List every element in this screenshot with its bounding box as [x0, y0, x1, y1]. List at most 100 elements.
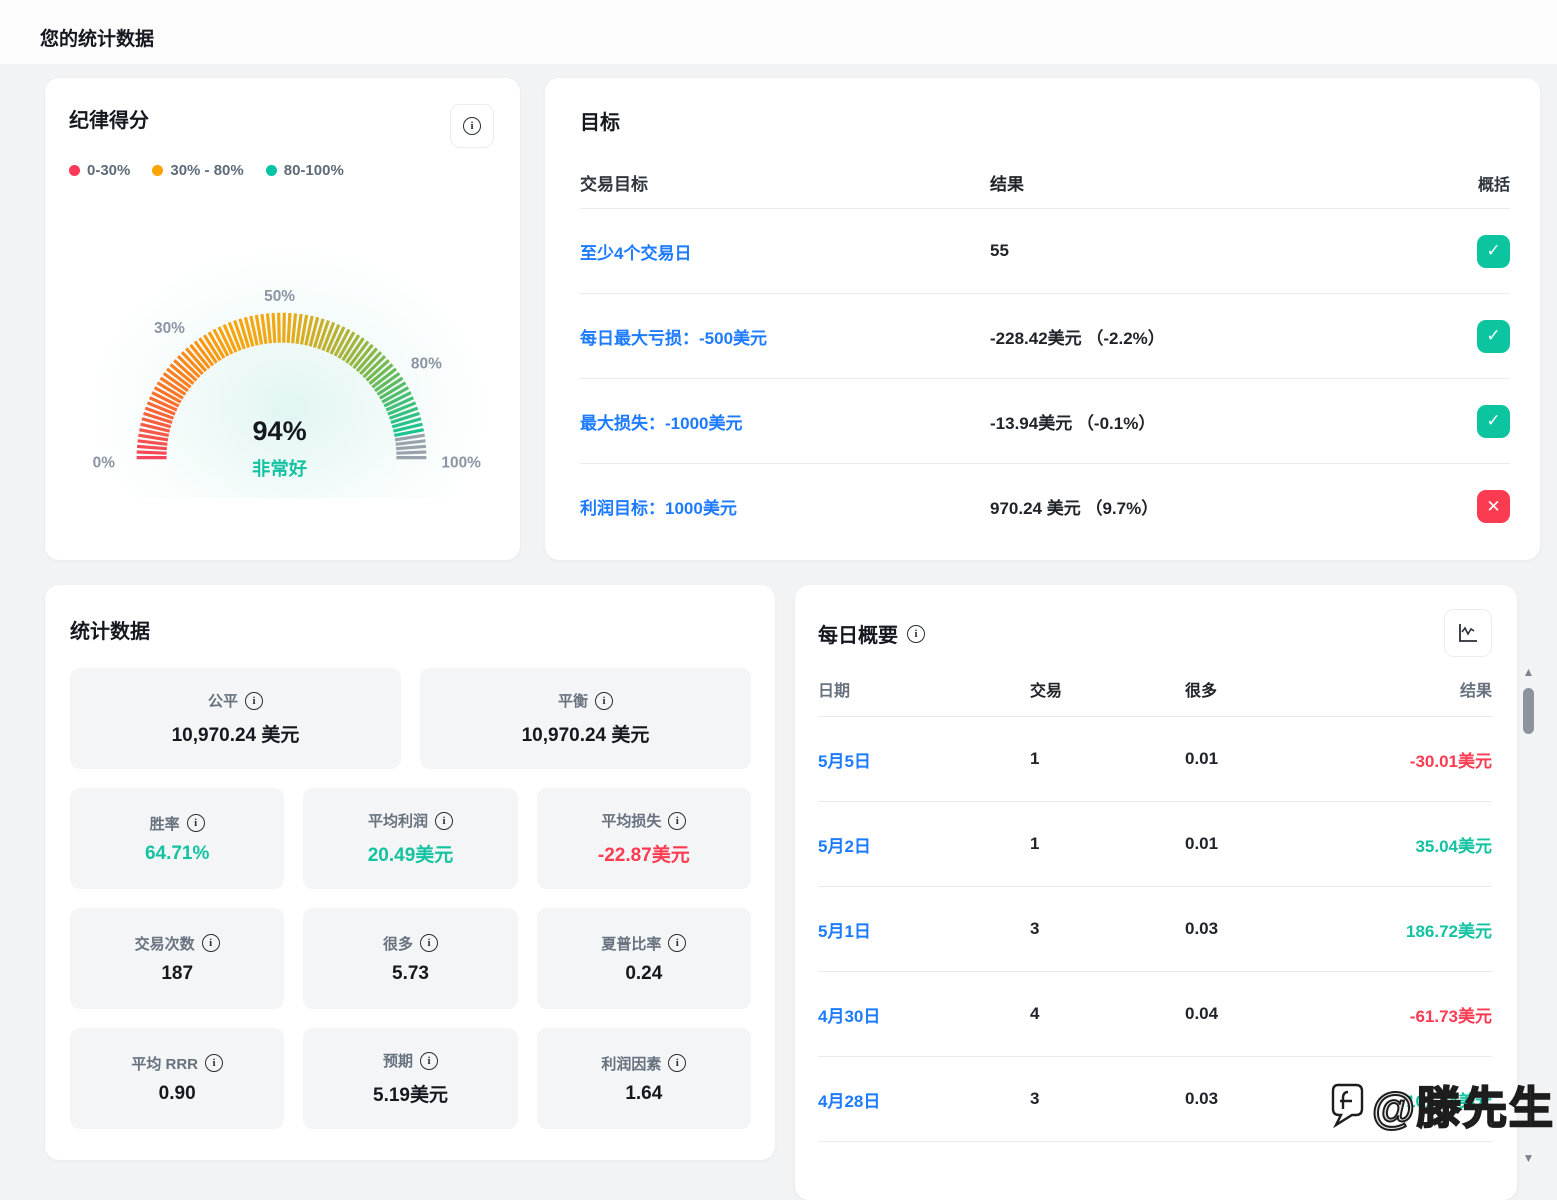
stat-label: 利润因素: [601, 1053, 661, 1074]
daily-card-title: 每日概要: [818, 619, 898, 648]
legend-item-high: 80-100%: [266, 162, 344, 179]
daily-result: -61.73美元: [1335, 1002, 1492, 1027]
stat-value: 0.24: [625, 963, 662, 985]
orange-dot-icon: [152, 165, 163, 176]
check-badge: ✓: [1477, 405, 1510, 438]
table-row: 利润目标：1000美元 970.24 美元 （9.7%） ✕: [580, 464, 1510, 549]
legend-item-mid: 30% - 80%: [152, 162, 243, 179]
daily-lots: 0.01: [1185, 834, 1335, 854]
stat-tile-balance: 平衡i 10,970.24 美元: [420, 668, 751, 769]
legend-label-mid: 30% - 80%: [170, 162, 243, 179]
goal-link-profit-target[interactable]: 利润目标：1000美元: [580, 499, 737, 518]
goals-card-title: 目标: [580, 106, 1510, 135]
daily-result: 35.04美元: [1335, 832, 1492, 857]
scroll-down-arrow-icon[interactable]: ▼: [1521, 1152, 1536, 1164]
discipline-gauge: 0% 30% 50% 80% 100% 94% 非常好: [69, 231, 494, 498]
stat-tile-avg-profit: 平均利润 i 20.49美元: [303, 788, 517, 889]
info-icon[interactable]: i: [420, 1052, 438, 1070]
stat-value: -22.87美元: [598, 840, 690, 867]
stat-label: 很多: [383, 933, 413, 954]
info-icon[interactable]: i: [668, 934, 686, 952]
page-title: 您的统计数据: [40, 24, 154, 51]
stat-label: 公平: [208, 690, 238, 711]
stat-tile-trade-count: 交易次数 i 187: [70, 908, 284, 1009]
daily-date-link[interactable]: 5月5日: [818, 752, 871, 771]
info-icon[interactable]: i: [907, 625, 925, 643]
stat-label: 预期: [383, 1050, 413, 1071]
info-icon[interactable]: i: [205, 1054, 223, 1072]
goal-link-min-trading-days[interactable]: 至少4个交易日: [580, 244, 691, 263]
info-icon[interactable]: i: [187, 814, 205, 832]
discipline-gauge-svg: 0% 30% 50% 80% 100% 94% 非常好: [69, 231, 494, 493]
check-badge: ✓: [1477, 320, 1510, 353]
goals-table: 交易目标 结果 概括 至少4个交易日 55 ✓ 每日最大亏损：-500美元 -2…: [580, 157, 1510, 549]
gauge-label-0: 0%: [93, 454, 116, 471]
daily-header-lots: 很多: [1185, 677, 1335, 701]
info-icon[interactable]: i: [202, 934, 220, 952]
stat-value: 0.90: [159, 1083, 196, 1105]
discipline-info-button[interactable]: i: [450, 104, 494, 148]
check-icon: ✓: [1486, 411, 1500, 431]
gauge-legend: 0-30% 30% - 80% 80-100%: [69, 162, 494, 179]
goal-link-max-daily-loss[interactable]: 每日最大亏损：-500美元: [580, 329, 767, 348]
fail-badge: ✕: [1477, 490, 1510, 523]
info-icon[interactable]: i: [668, 812, 686, 830]
goal-link-max-loss[interactable]: 最大损失：-1000美元: [580, 414, 742, 433]
stat-tile-avg-rrr: 平均 RRR i 0.90: [70, 1028, 284, 1129]
stat-value: 1.64: [625, 1083, 662, 1105]
daily-chart-view-button[interactable]: [1444, 609, 1492, 657]
info-icon[interactable]: i: [668, 1054, 686, 1072]
goals-header-goal: 交易目标: [580, 170, 990, 195]
daily-lots: 0.03: [1185, 919, 1335, 939]
gauge-label-80: 80%: [411, 356, 442, 373]
stat-value: 64.71%: [145, 843, 209, 865]
daily-trades: 4: [1030, 1004, 1185, 1024]
info-icon[interactable]: i: [435, 812, 453, 830]
daily-date-link[interactable]: 5月2日: [818, 837, 871, 856]
stat-label: 夏普比率: [601, 933, 661, 954]
gauge-label-30: 30%: [154, 320, 185, 337]
x-icon: ✕: [1486, 497, 1500, 517]
goals-card: 目标 交易目标 结果 概括 至少4个交易日 55 ✓ 每日最大亏损：-500美元…: [545, 78, 1540, 560]
info-icon[interactable]: i: [245, 692, 263, 710]
stat-label: 平均利润: [368, 810, 428, 831]
stat-label: 平均 RRR: [131, 1053, 198, 1074]
legend-label-low: 0-30%: [87, 162, 130, 179]
statistics-card-title: 统计数据: [70, 615, 751, 644]
red-dot-icon: [69, 165, 80, 176]
gauge-value-text: 94%: [253, 416, 307, 446]
stat-tile-avg-loss: 平均损失i -22.87美元: [537, 788, 751, 889]
legend-label-high: 80-100%: [284, 162, 344, 179]
table-row: 至少4个交易日 55 ✓: [580, 209, 1510, 294]
stat-value: 20.49美元: [368, 840, 454, 867]
check-icon: ✓: [1486, 241, 1500, 261]
check-badge: ✓: [1477, 235, 1510, 268]
discipline-card-title: 纪律得分: [69, 104, 149, 133]
goal-result: -13.94美元 （-0.1%）: [990, 409, 1450, 434]
legend-item-low: 0-30%: [69, 162, 130, 179]
stat-tile-sharpe-ratio: 夏普比率 i 0.24: [537, 908, 751, 1009]
daily-date-link[interactable]: 4月28日: [818, 1092, 880, 1111]
daily-trades: 1: [1030, 834, 1185, 854]
info-icon[interactable]: i: [420, 934, 438, 952]
scrollbar-thumb[interactable]: [1523, 688, 1534, 734]
daily-date-link[interactable]: 4月30日: [818, 1007, 880, 1026]
teal-dot-icon: [266, 165, 277, 176]
daily-trades: 3: [1030, 1089, 1185, 1109]
goal-result: 970.24 美元 （9.7%）: [990, 494, 1450, 519]
daily-result: -30.01美元: [1335, 747, 1492, 772]
stat-tile-equity: 公平i 10,970.24 美元: [70, 668, 401, 769]
daily-date-link[interactable]: 5月1日: [818, 922, 871, 941]
gauge-status-text: 非常好: [252, 458, 307, 479]
info-icon[interactable]: i: [595, 692, 613, 710]
table-row: 5月2日 1 0.01 35.04美元: [818, 802, 1492, 887]
scroll-up-arrow-icon[interactable]: ▲: [1521, 666, 1536, 678]
stat-value: 187: [161, 963, 193, 985]
stat-label: 交易次数: [135, 933, 195, 954]
gauge-label-50: 50%: [264, 288, 295, 305]
goals-table-header: 交易目标 结果 概括: [580, 157, 1510, 209]
stat-label: 平衡: [558, 690, 588, 711]
line-chart-icon: [1457, 622, 1479, 644]
table-row: 4月28日 3 0.03 101.84美元: [818, 1057, 1492, 1142]
discipline-score-card: 纪律得分 i 0-30% 30% - 80% 80-100% 0% 30% 50…: [45, 78, 520, 560]
